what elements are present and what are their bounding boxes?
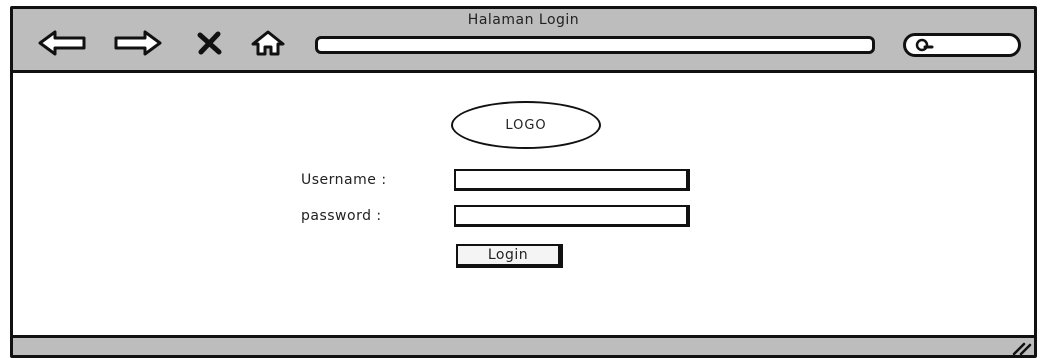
- status-bar: [13, 335, 1034, 355]
- window-title: Halaman Login: [467, 12, 580, 28]
- logo: LOGO: [451, 101, 601, 149]
- home-button[interactable]: [249, 29, 289, 57]
- search-icon: [915, 38, 934, 52]
- browser-toolbar: Halaman Login: [13, 9, 1034, 73]
- back-button[interactable]: [37, 29, 89, 57]
- address-bar[interactable]: [315, 36, 875, 54]
- search-input[interactable]: [936, 37, 1018, 55]
- forward-button[interactable]: [111, 29, 163, 57]
- search-box[interactable]: [903, 33, 1021, 57]
- password-field[interactable]: [454, 205, 690, 227]
- resize-grip-icon[interactable]: [1010, 341, 1032, 355]
- password-label: password :: [301, 208, 382, 224]
- username-field[interactable]: [454, 169, 690, 191]
- browser-window: Halaman Login LOGO Username: password:…: [10, 6, 1037, 358]
- username-label: Username :: [301, 172, 387, 188]
- back-arrow-icon: [38, 30, 86, 56]
- home-icon: [251, 30, 285, 56]
- page-content: LOGO Username : password : Login: [13, 73, 1034, 338]
- forward-arrow-icon: [114, 30, 162, 56]
- login-button[interactable]: Login: [456, 244, 563, 268]
- close-x-icon: [197, 31, 222, 55]
- stop-button[interactable]: [195, 29, 225, 57]
